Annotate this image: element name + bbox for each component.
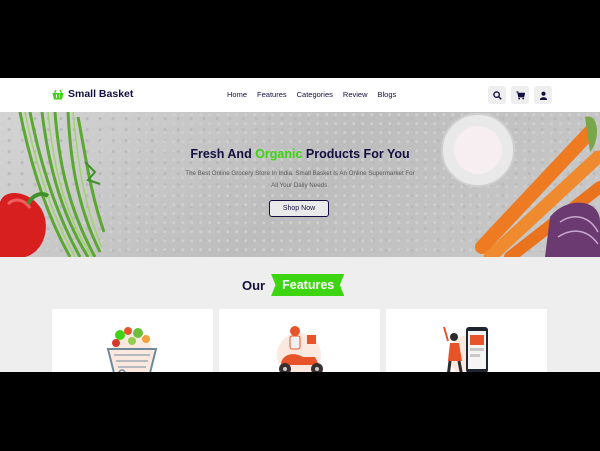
- mobile-payment-illustration: [443, 326, 488, 372]
- basket-icon: [52, 89, 64, 99]
- nav-blogs[interactable]: Blogs: [378, 90, 397, 99]
- main-nav: Home Features Categories Review Blogs: [227, 90, 396, 99]
- hero-title-start: Fresh And: [190, 147, 256, 161]
- nav-categories[interactable]: Categories: [297, 90, 333, 99]
- brand-name: Small Basket: [68, 88, 134, 100]
- nav-features[interactable]: Features: [257, 90, 287, 99]
- brand-logo[interactable]: Small Basket: [52, 88, 133, 100]
- search-icon: [492, 90, 502, 100]
- feature-cards: [52, 309, 547, 372]
- cart-icon: [515, 90, 525, 100]
- nav-home[interactable]: Home: [227, 90, 247, 99]
- header-actions: [488, 86, 552, 104]
- features-heading-tag: Features: [271, 274, 345, 296]
- delivery-scooter-illustration: [277, 326, 323, 372]
- user-icon: [539, 91, 547, 100]
- hero-subtitle: The Best Online Grocery Store In India. …: [185, 170, 415, 189]
- feature-card-fresh[interactable]: [52, 309, 213, 372]
- feature-card-delivery[interactable]: [219, 309, 380, 372]
- features-heading: Our Features: [242, 274, 345, 296]
- hero-title: Fresh And Organic Products For You: [0, 147, 600, 161]
- hero-title-accent: Organic: [255, 147, 303, 161]
- vegetables-right-image: [441, 113, 600, 257]
- nav-review[interactable]: Review: [343, 90, 368, 99]
- user-button[interactable]: [534, 86, 552, 104]
- vegetable-basket-illustration: [106, 327, 158, 372]
- search-button[interactable]: [488, 86, 506, 104]
- vegetables-left-image: [0, 112, 105, 257]
- hero-title-end: Products For You: [302, 147, 410, 161]
- features-heading-plain: Our: [242, 277, 266, 293]
- shop-now-button[interactable]: Shop Now: [269, 200, 329, 217]
- site-header: Small Basket Home Features Categories Re…: [0, 78, 600, 112]
- hero-banner: Fresh And Organic Products For You The B…: [0, 112, 600, 257]
- page-frame: Small Basket Home Features Categories Re…: [0, 78, 600, 372]
- feature-card-payment[interactable]: [386, 309, 547, 372]
- cart-button[interactable]: [511, 86, 529, 104]
